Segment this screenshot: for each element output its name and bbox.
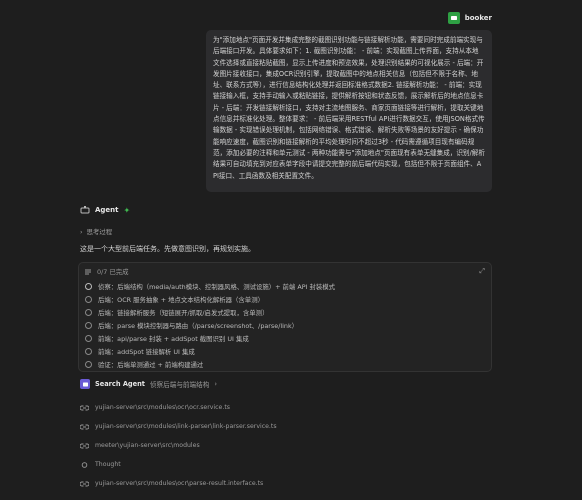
- search-agent-desc: 侦察后端与前端结构: [149, 381, 210, 389]
- search-agent-row[interactable]: Search Agent 侦察后端与前端结构 ›: [80, 379, 217, 389]
- todo-item: 前端：api/parse 封装 + addSpot 截图识别 UI 集成: [85, 332, 485, 345]
- search-agent-icon: [80, 379, 90, 389]
- todo-status-icon: [85, 335, 92, 342]
- link-icon: [80, 405, 89, 410]
- file-item[interactable]: yujian-server\src\modules\ocr\ocr.servic…: [80, 398, 277, 417]
- thought-icon: [81, 461, 88, 468]
- link-icon: [80, 443, 89, 448]
- thought-item[interactable]: Thought: [80, 455, 277, 474]
- todo-status-icon: [85, 322, 92, 329]
- todo-item: 后端：parse 模块控制器与路由（/parse/screenshot、/par…: [85, 319, 485, 332]
- user-header: booker: [447, 12, 492, 24]
- todo-item: 验证：后端单测通过 + 前端构建通过: [85, 358, 485, 371]
- todo-status-icon: [85, 361, 92, 368]
- todo-status-icon: [85, 283, 92, 290]
- file-list: yujian-server\src\modules\ocr\ocr.servic…: [80, 398, 277, 493]
- file-item[interactable]: yujian-server\src\modules\link-parser\li…: [80, 417, 277, 436]
- expand-icon[interactable]: ⤢: [479, 267, 485, 276]
- user-icon: [450, 16, 457, 20]
- list-icon: [85, 269, 91, 274]
- user-message: 为"添加地点"页面开发并集成完整的截图识别功能与链接解析功能，需要同时完成前端实…: [206, 30, 492, 192]
- link-icon: [80, 424, 89, 429]
- todo-status-icon: [85, 296, 92, 303]
- chevron-right-icon: ›: [214, 380, 217, 388]
- todo-card: 0/7 已完成 ⤢ 侦察：后端结构（media/auth模块、控制器风格、测试设…: [78, 262, 492, 372]
- agent-intro-text: 这是一个大型前后端任务。先做意图识别，再规划实施。: [80, 245, 255, 253]
- todo-item: 侦察：后端结构（media/auth模块、控制器风格、测试设施）+ 前端 API…: [85, 280, 485, 293]
- user-name: booker: [464, 14, 492, 22]
- thinking-toggle[interactable]: › 思考过程: [80, 227, 113, 237]
- todo-status-icon: [85, 348, 92, 355]
- chevron-right-icon: ›: [80, 227, 83, 236]
- user-avatar: [447, 12, 460, 24]
- thinking-label: 思考过程: [86, 228, 113, 236]
- todo-item: 后端：链接解析服务（短链展开/抓取/启发式提取，含单测）: [85, 306, 485, 319]
- sparkle-icon: ✦: [123, 205, 131, 215]
- todo-item: 后端：OCR 服务抽象 + 地点文本结构化解析器（含单测）: [85, 293, 485, 306]
- file-item[interactable]: yujian-server\src\modules\ocr\parse-resu…: [80, 474, 277, 493]
- agent-label: Agent: [95, 206, 119, 214]
- todo-status-icon: [85, 309, 92, 316]
- agent-icon: [80, 205, 90, 215]
- search-agent-title: Search Agent: [95, 380, 145, 388]
- file-item[interactable]: meeter\yujian-server\src\modules: [80, 436, 277, 455]
- link-icon: [80, 481, 89, 486]
- todo-item: 前端：addSpot 链接解析 UI 集成: [85, 345, 485, 358]
- agent-header: Agent ✦: [80, 205, 130, 215]
- todo-count: 0/7 已完成: [97, 268, 129, 276]
- todo-header: 0/7 已完成: [84, 267, 129, 276]
- todo-list: 侦察：后端结构（media/auth模块、控制器风格、测试设施）+ 前端 API…: [85, 280, 485, 371]
